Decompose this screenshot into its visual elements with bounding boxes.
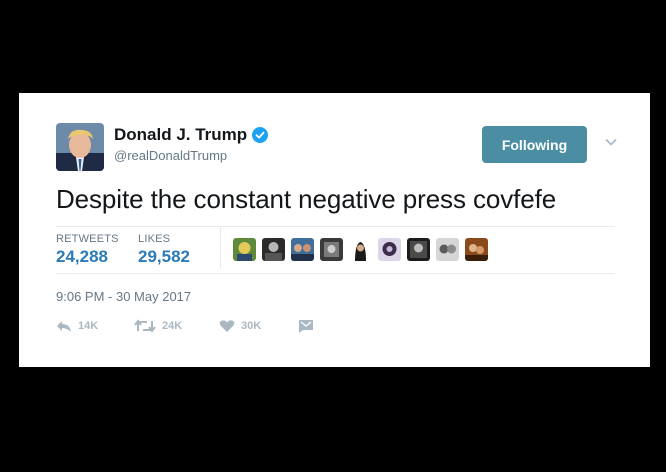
likes-label: LIKES xyxy=(138,233,171,245)
retweets-value: 24,288 xyxy=(56,247,108,266)
following-button[interactable]: Following xyxy=(482,126,587,163)
liker-avatars xyxy=(233,238,488,261)
direct-message-button[interactable] xyxy=(298,319,314,333)
liker-avatar[interactable] xyxy=(465,238,488,261)
verified-badge-icon xyxy=(252,127,269,143)
tweet-text: Despite the constant negative press covf… xyxy=(56,184,557,214)
like-count: 30K xyxy=(241,320,262,332)
reply-icon xyxy=(57,321,71,332)
liker-avatar[interactable] xyxy=(436,238,459,261)
direct-message-icon xyxy=(299,320,313,333)
author-handle[interactable]: @realDonaldTrump xyxy=(114,148,227,163)
avatar[interactable] xyxy=(56,123,104,171)
likes-stat[interactable]: LIKES 29,582 xyxy=(138,233,190,267)
liker-avatar[interactable] xyxy=(378,238,401,261)
like-button[interactable]: 30K xyxy=(219,319,261,333)
retweet-count: 24K xyxy=(162,320,183,332)
liker-avatar[interactable] xyxy=(407,238,430,261)
liker-avatar[interactable] xyxy=(233,238,256,261)
liker-avatar[interactable] xyxy=(262,238,285,261)
liker-avatar[interactable] xyxy=(320,238,343,261)
reply-button[interactable]: 14K xyxy=(56,319,98,333)
chevron-down-icon[interactable] xyxy=(605,138,617,146)
liker-avatar[interactable] xyxy=(291,238,314,261)
liker-avatar[interactable] xyxy=(349,238,372,261)
divider xyxy=(56,226,615,227)
retweet-icon xyxy=(134,319,156,333)
reply-count: 14K xyxy=(78,320,99,332)
retweets-stat[interactable]: RETWEETS 24,288 xyxy=(56,233,119,267)
likes-value: 29,582 xyxy=(138,247,190,266)
divider xyxy=(56,273,615,274)
author-name[interactable]: Donald J. Trump xyxy=(114,125,247,145)
tweet-timestamp[interactable]: 9:06 PM - 30 May 2017 xyxy=(56,289,191,304)
stats-divider xyxy=(220,227,221,269)
retweets-label: RETWEETS xyxy=(56,233,119,245)
heart-icon xyxy=(219,320,235,332)
tweet-card: Donald J. Trump @realDonaldTrump Followi… xyxy=(19,93,650,367)
retweet-button[interactable]: 24K xyxy=(134,319,182,333)
author-name-row: Donald J. Trump xyxy=(114,125,269,145)
